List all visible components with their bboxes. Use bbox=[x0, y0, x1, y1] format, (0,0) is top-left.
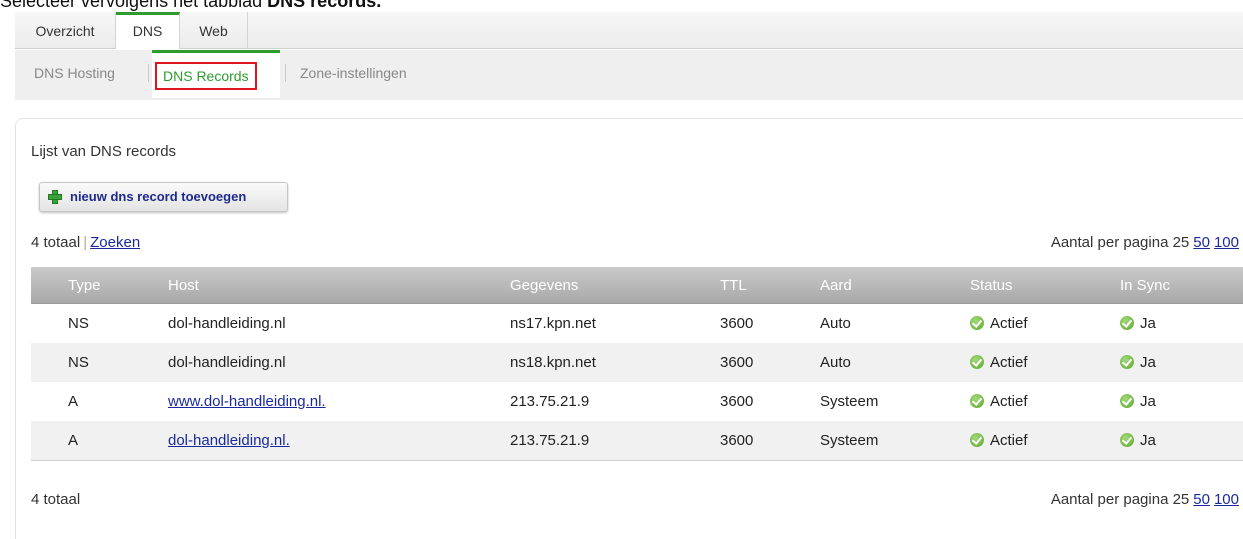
sync-value: Ja bbox=[1140, 432, 1156, 449]
per-page-100-link[interactable]: 100 bbox=[1214, 234, 1239, 251]
column-header-gegevens[interactable]: Gegevens bbox=[510, 267, 720, 304]
per-page-top: Aantal per pagina 25 50 100 bbox=[1047, 234, 1239, 251]
per-page-100-link[interactable]: 100 bbox=[1214, 491, 1239, 508]
check-icon bbox=[970, 433, 984, 447]
cell-aard: Auto bbox=[820, 343, 970, 382]
host-value: dol-handleiding.nl bbox=[168, 354, 286, 371]
host-value[interactable]: dol-handleiding.nl. bbox=[168, 432, 290, 449]
cell-status: Actief bbox=[970, 304, 1120, 344]
subtab-separator bbox=[148, 64, 149, 82]
add-dns-record-label: nieuw dns record toevoegen bbox=[70, 189, 247, 204]
check-icon bbox=[1120, 433, 1134, 447]
cell-ttl: 3600 bbox=[720, 421, 820, 461]
check-icon bbox=[970, 355, 984, 369]
check-icon bbox=[1120, 394, 1134, 408]
tab-dns[interactable]: DNS bbox=[116, 12, 180, 49]
column-header-in-sync[interactable]: In Sync bbox=[1120, 267, 1243, 304]
sync-value: Ja bbox=[1140, 354, 1156, 371]
cell-gegevens: 213.75.21.9 bbox=[510, 421, 720, 461]
subtab-separator bbox=[285, 64, 286, 82]
table-row: Adol-handleiding.nl. 213.75.21.9 3600 Syste… bbox=[31, 421, 1243, 461]
cell-in-sync: Ja bbox=[1120, 421, 1243, 461]
per-page-50-link[interactable]: 50 bbox=[1193, 234, 1210, 251]
instruction-prefix: Selecteer vervolgens het tabblad bbox=[0, 0, 268, 11]
status-value: Actief bbox=[990, 354, 1028, 371]
total-count: 4 totaal bbox=[31, 234, 81, 251]
sync-value: Ja bbox=[1140, 393, 1156, 410]
cell-host: www.dol-handleiding.nl. bbox=[168, 382, 510, 421]
check-icon bbox=[1120, 316, 1134, 330]
table-row: Awww.dol-handleiding.nl. 213.75.21.9 3600 S… bbox=[31, 382, 1243, 421]
column-header-host[interactable]: Host bbox=[168, 267, 510, 304]
table-row: NS dol-handleiding.nl ns17.kpn.net 3600 Auto… bbox=[31, 304, 1243, 344]
search-link[interactable]: Zoeken bbox=[90, 234, 140, 251]
list-title: Lijst van DNS records bbox=[31, 143, 177, 160]
dns-records-table: Type Host Gegevens TTL Aard Status In Sy… bbox=[31, 267, 1243, 461]
table-header-row: Type Host Gegevens TTL Aard Status In Sy… bbox=[31, 267, 1243, 304]
check-icon bbox=[1120, 355, 1134, 369]
per-page-label: Aantal per pagina 25 bbox=[1050, 491, 1190, 508]
instruction-text: Selecteer vervolgens het tabblad DNS rec… bbox=[0, 0, 381, 12]
cell-gegevens: ns17.kpn.net bbox=[510, 315, 596, 332]
cell-host: dol-handleiding.nl bbox=[168, 304, 510, 344]
cell-type: NS bbox=[68, 315, 89, 332]
cell-status: Actief bbox=[970, 343, 1120, 382]
sub-tabbar: DNS Hosting DNS Records Zone-instellinge… bbox=[15, 50, 1243, 100]
cell-in-sync: Ja bbox=[1120, 382, 1243, 421]
host-value[interactable]: www.dol-handleiding.nl. bbox=[168, 393, 326, 410]
tab-overzicht[interactable]: Overzicht bbox=[15, 12, 116, 48]
sync-value: Ja bbox=[1140, 315, 1156, 332]
cell-status: Actief bbox=[970, 421, 1120, 461]
cell-host: dol-handleiding.nl bbox=[168, 343, 510, 382]
cell-status: Actief bbox=[970, 382, 1120, 421]
cell-in-sync: Ja bbox=[1120, 304, 1243, 344]
cell-aard: Systeem bbox=[820, 421, 970, 461]
subtab-dns-records-label: DNS Records bbox=[155, 62, 257, 90]
totals-bottom: 4 totaal bbox=[31, 491, 80, 508]
column-header-ttl[interactable]: TTL bbox=[720, 267, 820, 304]
cell-in-sync: Ja bbox=[1120, 343, 1243, 382]
total-count: 4 totaal bbox=[31, 491, 81, 508]
check-icon bbox=[970, 316, 984, 330]
check-icon bbox=[970, 394, 984, 408]
subtab-zone-instellingen[interactable]: Zone-instellingen bbox=[300, 50, 407, 96]
host-value: dol-handleiding.nl bbox=[168, 315, 286, 332]
totals-separator: | bbox=[83, 234, 88, 251]
per-page-50-link[interactable]: 50 bbox=[1193, 491, 1210, 508]
plus-icon bbox=[48, 190, 62, 204]
cell-ttl: 3600 bbox=[720, 393, 754, 410]
cell-aard: Systeem bbox=[820, 393, 879, 410]
per-page-bottom: Aantal per pagina 25 50 100 bbox=[1047, 491, 1239, 508]
cell-ttl: 3600 bbox=[720, 343, 820, 382]
per-page-label: Aantal per pagina 25 bbox=[1050, 234, 1190, 251]
column-header-type[interactable]: Type bbox=[31, 267, 168, 304]
status-value: Actief bbox=[990, 432, 1028, 449]
instruction-bold: DNS records. bbox=[267, 0, 382, 11]
cell-aard: Auto bbox=[820, 315, 851, 332]
column-header-status[interactable]: Status bbox=[970, 267, 1120, 304]
cell-gegevens: 213.75.21.9 bbox=[510, 393, 590, 410]
main-tabbar: Overzicht DNS Web bbox=[15, 12, 1243, 49]
cell-gegevens: ns18.kpn.net bbox=[510, 343, 720, 382]
totals-top: 4 totaal | Zoeken bbox=[31, 234, 140, 251]
column-header-aard[interactable]: Aard bbox=[820, 267, 970, 304]
subtab-dns-hosting[interactable]: DNS Hosting bbox=[34, 50, 115, 96]
cell-type: A bbox=[68, 393, 79, 410]
table-row: NS dol-handleiding.nl ns18.kpn.net 3600 Auto… bbox=[31, 343, 1243, 382]
dns-records-panel: Lijst van DNS records nieuw dns record t… bbox=[15, 118, 1243, 539]
status-value: Actief bbox=[990, 393, 1028, 410]
tab-web[interactable]: Web bbox=[180, 12, 248, 48]
status-value: Actief bbox=[990, 315, 1028, 332]
cell-ttl: 3600 bbox=[720, 315, 754, 332]
add-dns-record-button[interactable]: nieuw dns record toevoegen bbox=[39, 182, 288, 212]
subtab-dns-records[interactable]: DNS Records bbox=[152, 50, 280, 98]
cell-type: NS bbox=[31, 343, 168, 382]
cell-host: dol-handleiding.nl. bbox=[168, 421, 510, 461]
cell-type: A bbox=[31, 421, 168, 461]
